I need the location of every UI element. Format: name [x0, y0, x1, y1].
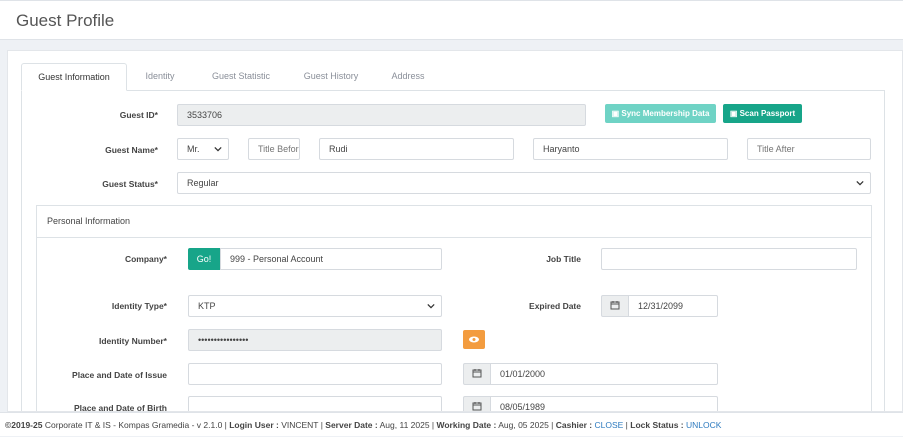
- working-date-value: Aug, 05 2025 |: [496, 420, 556, 430]
- place-birth-label: Place and Date of Birth: [73, 403, 167, 412]
- cashier-status-link[interactable]: CLOSE: [594, 420, 623, 430]
- tab-address[interactable]: Address: [383, 63, 433, 91]
- image-icon: ▣: [729, 109, 740, 118]
- expired-date-field[interactable]: 12/31/2099: [628, 295, 718, 317]
- guest-status-label: Guest Status*: [102, 179, 158, 189]
- login-label: Login User :: [229, 420, 279, 430]
- identity-type-label: Identity Type*: [111, 301, 167, 311]
- copyright: ©2019-25: [5, 420, 43, 430]
- server-date-value: Aug, 11 2025 |: [377, 420, 437, 430]
- status-footer: ©2019-25 Corporate IT & IS - Kompas Gram…: [0, 412, 903, 436]
- guest-id-field: 3533706: [177, 104, 586, 126]
- guest-id-label: Guest ID*: [119, 110, 158, 120]
- eye-icon: [469, 336, 479, 343]
- tab-guest-statistic[interactable]: Guest Statistic: [201, 63, 281, 91]
- job-title-label: Job Title: [546, 254, 581, 264]
- tab-guest-history[interactable]: Guest History: [296, 63, 366, 91]
- company-go-button[interactable]: Go!: [188, 248, 220, 270]
- place-birth-field[interactable]: [188, 396, 442, 411]
- calendar-icon[interactable]: [601, 295, 629, 317]
- identity-number-field: ••••••••••••••••: [188, 329, 442, 351]
- place-issue-label: Place and Date of Issue: [72, 370, 167, 380]
- cashier-label: Cashier :: [555, 420, 593, 430]
- page-title: Guest Profile: [16, 11, 115, 30]
- guest-status-select[interactable]: Regular: [177, 172, 871, 194]
- date-issue-field[interactable]: 01/01/2000: [490, 363, 718, 385]
- company-label: Company*: [124, 254, 167, 264]
- salutation-select[interactable]: Mr.: [177, 138, 229, 160]
- tab-identity[interactable]: Identity: [135, 63, 185, 91]
- org-info: Corporate IT & IS - Kompas Gramedia - v …: [42, 420, 230, 430]
- panel-header: Personal Information: [37, 206, 871, 238]
- scan-passport-button[interactable]: ▣ Scan Passport: [723, 104, 802, 123]
- company-field[interactable]: 999 - Personal Account: [220, 248, 442, 270]
- title-before-input[interactable]: [248, 138, 300, 160]
- guest-name-label: Guest Name*: [105, 145, 158, 155]
- sync-membership-button[interactable]: ▣ Sync Membership Data: [605, 104, 716, 123]
- job-title-field[interactable]: [601, 248, 857, 270]
- sync-icon: ▣: [611, 109, 622, 118]
- personal-information-panel: Personal Information Company* Go! 999 - …: [36, 205, 872, 412]
- server-date-label: Server Date :: [325, 420, 378, 430]
- expired-date-label: Expired Date: [529, 301, 581, 311]
- tab-content: Guest ID* 3533706 ▣ Sync Membership Data…: [21, 90, 885, 412]
- last-name-field[interactable]: Haryanto: [533, 138, 728, 160]
- identity-type-select[interactable]: KTP: [188, 295, 442, 317]
- calendar-icon[interactable]: [463, 363, 491, 385]
- lock-status-label: Lock Status :: [630, 420, 684, 430]
- lock-status-link[interactable]: UNLOCK: [686, 420, 721, 430]
- page-header: Guest Profile: [0, 0, 903, 40]
- login-value: VINCENT |: [278, 420, 326, 430]
- tab-guest-information[interactable]: Guest Information: [21, 63, 127, 91]
- chevron-down-icon: [427, 303, 435, 309]
- working-date-label: Working Date :: [436, 420, 497, 430]
- chevron-down-icon: [214, 146, 222, 152]
- date-birth-field[interactable]: 08/05/1989: [490, 396, 718, 411]
- chevron-down-icon: [856, 180, 864, 186]
- place-issue-field[interactable]: [188, 363, 442, 385]
- title-after-input[interactable]: [747, 138, 871, 160]
- show-identity-button[interactable]: [463, 330, 485, 349]
- guest-profile-card: Guest Information Identity Guest Statist…: [7, 50, 903, 412]
- identity-number-label: Identity Number*: [98, 336, 167, 346]
- calendar-icon[interactable]: [463, 396, 491, 411]
- first-name-field[interactable]: Rudi: [319, 138, 514, 160]
- panel-title: Personal Information: [47, 216, 131, 226]
